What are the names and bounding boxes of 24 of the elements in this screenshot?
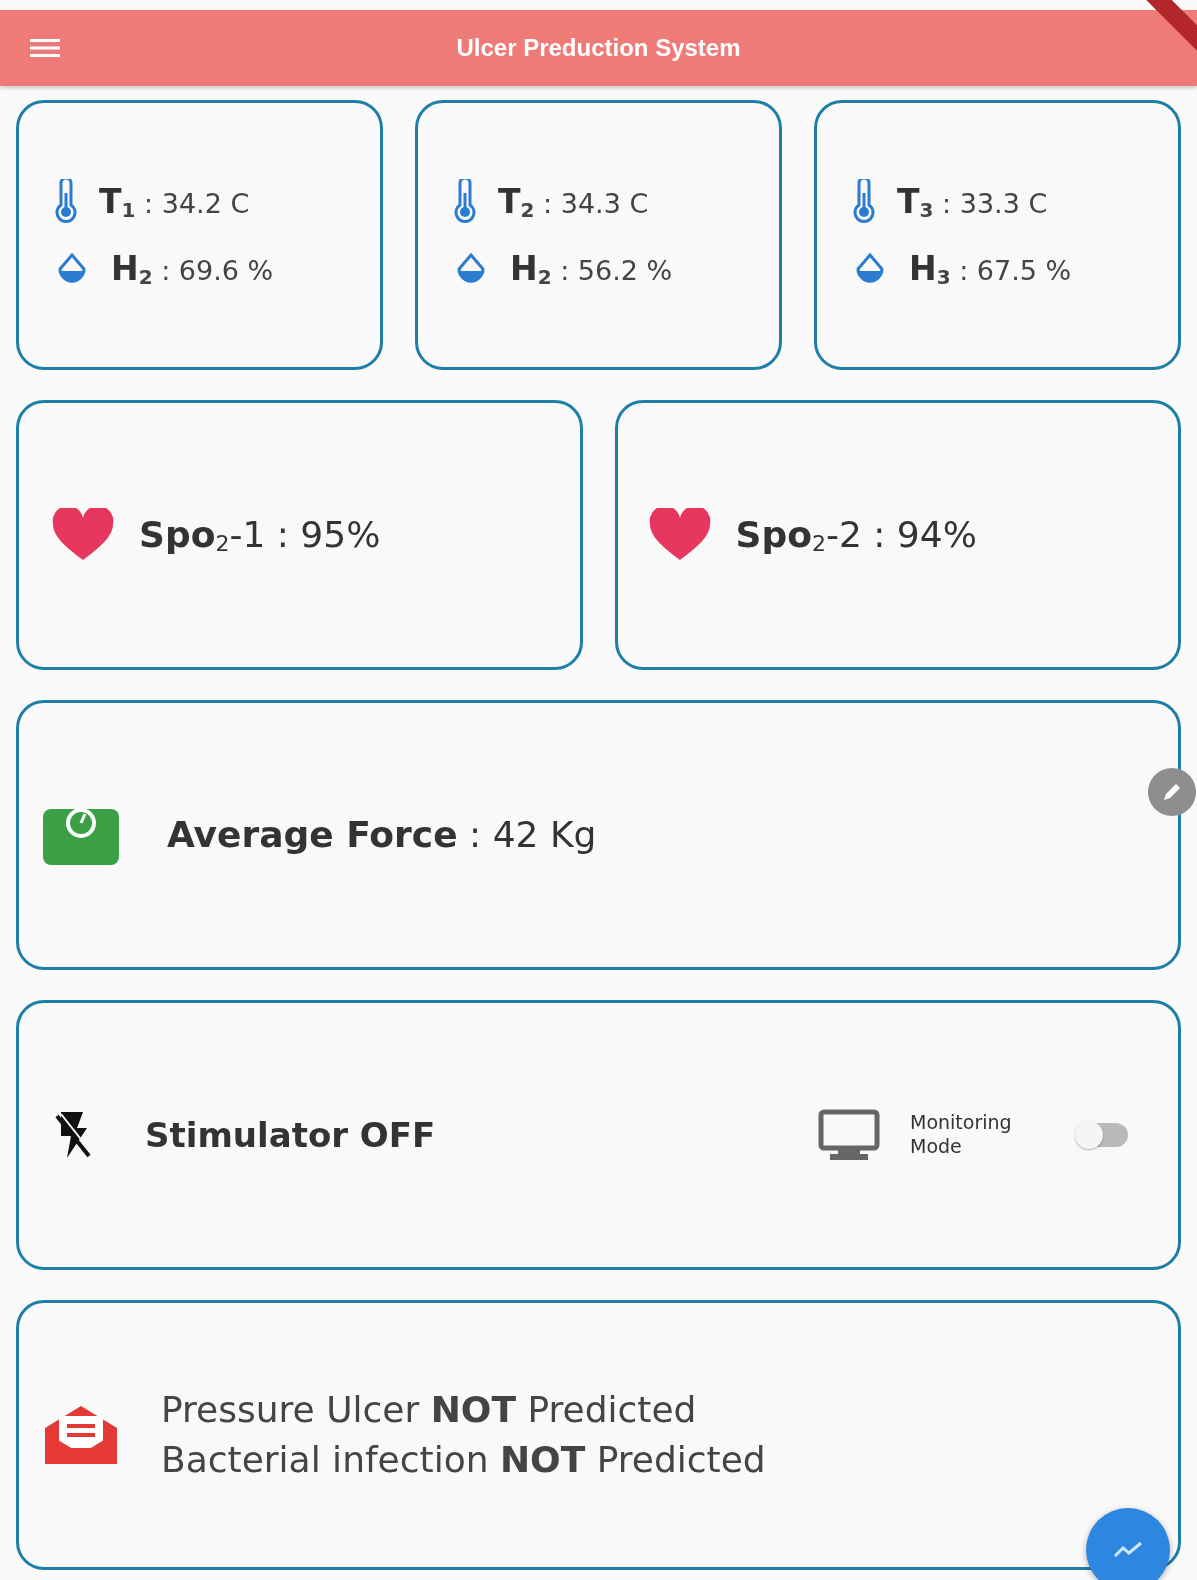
edit-button[interactable]	[1148, 768, 1196, 816]
chart-line-icon	[1113, 1540, 1143, 1560]
monitor-icon	[818, 1109, 880, 1161]
heart-icon	[647, 508, 712, 562]
flash-off-icon	[53, 1110, 93, 1160]
humidity-reading: H$_{3}$ : 67.5 %	[909, 248, 1072, 291]
heart-icon	[51, 508, 115, 562]
humidity-reading: H$_{2}$ : 56.2 %	[510, 248, 673, 291]
app-title: Ulcer Preduction System	[456, 33, 741, 63]
spo2-reading: Spo$_{2}$-1 : 95%	[139, 513, 381, 558]
prediction-text: Pressure Ulcer NOT Predicted	[161, 1387, 698, 1432]
temperature-reading: T$_{1}$ : 34.2 C	[99, 180, 250, 224]
temperature-reading: T$_{3}$ : 33.3 C	[897, 180, 1048, 224]
spo2-reading: Spo$_{2}$-2 : 94%	[735, 513, 977, 558]
force-reading: Average Force : 42 Kg	[167, 813, 597, 857]
temperature-reading: T$_{2}$ : 34.3 C	[498, 180, 649, 224]
weighing-scale-icon	[43, 805, 119, 865]
prediction-text: Bacterial infection NOT Predicted	[161, 1438, 766, 1482]
stimulator-status: Stimulator OFF	[145, 1113, 436, 1157]
thermometer-icon	[454, 179, 476, 224]
humidity-reading: H$_{2}$ : 69.6 %	[111, 248, 274, 291]
thermometer-icon	[853, 179, 875, 224]
thermometer-icon	[55, 179, 77, 224]
monitoring-mode-label: Monitoring Mode	[910, 1111, 1013, 1159]
